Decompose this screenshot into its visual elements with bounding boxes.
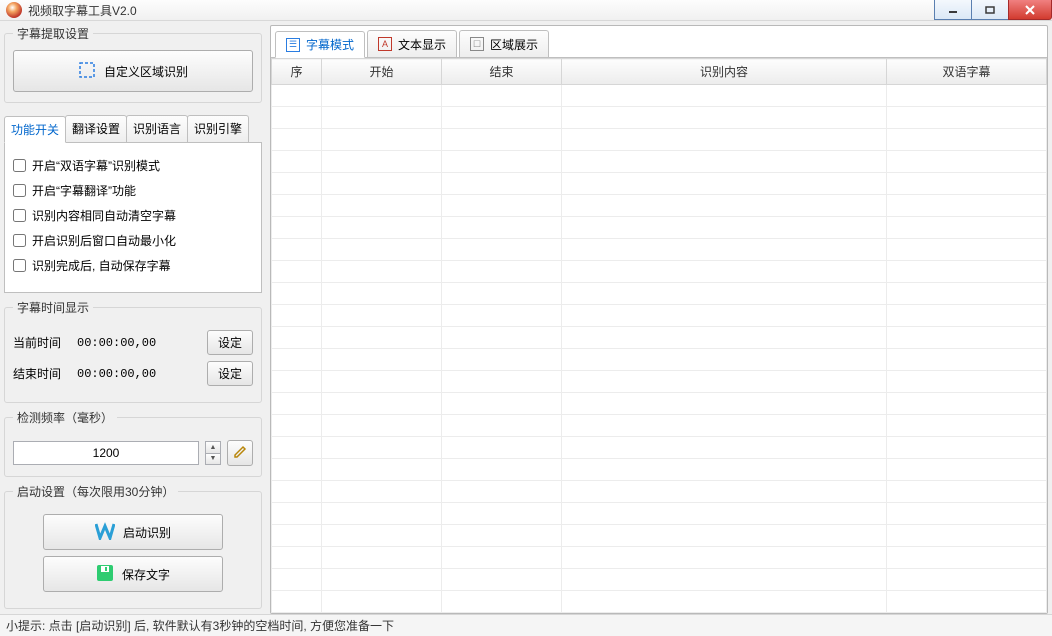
- tab-recog-engine[interactable]: 识别引擎: [187, 115, 249, 142]
- app-icon: [6, 2, 22, 18]
- col-end[interactable]: 结束: [442, 59, 562, 85]
- check-bilingual-mode[interactable]: 开启“双语字幕”识别模式: [13, 153, 253, 178]
- maximize-button[interactable]: [971, 0, 1009, 20]
- start-settings-group: 启动设置（每次限用30分钟） 启动识别 保存文字: [4, 483, 262, 609]
- window-controls: [934, 0, 1052, 20]
- edit-frequency-button[interactable]: [227, 440, 253, 466]
- w-icon: [95, 522, 115, 543]
- check-minimize[interactable]: 开启识别后窗口自动最小化: [13, 228, 253, 253]
- checkbox[interactable]: [13, 184, 26, 197]
- save-text-label: 保存文字: [122, 566, 170, 583]
- col-bilingual[interactable]: 双语字幕: [887, 59, 1047, 85]
- table-row[interactable]: [272, 481, 1047, 503]
- tab-recog-language[interactable]: 识别语言: [126, 115, 188, 142]
- table-row[interactable]: [272, 459, 1047, 481]
- extract-settings-legend: 字幕提取设置: [13, 25, 93, 42]
- check-translate[interactable]: 开启“字幕翻译”功能: [13, 178, 253, 203]
- letter-a-icon: A: [378, 37, 392, 51]
- crop-icon: [78, 61, 96, 82]
- col-sequence[interactable]: 序: [272, 59, 322, 85]
- time-display-legend: 字幕时间显示: [13, 299, 93, 316]
- table-row[interactable]: [272, 503, 1047, 525]
- table-row[interactable]: [272, 283, 1047, 305]
- table-row[interactable]: [272, 305, 1047, 327]
- table-row[interactable]: [272, 569, 1047, 591]
- settings-tabs: 功能开关 翻译设置 识别语言 识别引擎 开启“双语字幕”识别模式 开启“字幕翻译…: [4, 109, 262, 293]
- start-settings-legend: 启动设置（每次限用30分钟）: [13, 483, 178, 500]
- tab-function-switch[interactable]: 功能开关: [4, 116, 66, 143]
- frequency-input[interactable]: [13, 441, 199, 465]
- table-row[interactable]: [272, 327, 1047, 349]
- table-row[interactable]: [272, 437, 1047, 459]
- tab-region-display[interactable]: ☐ 区域展示: [459, 30, 549, 57]
- end-time-label: 结束时间: [13, 365, 69, 382]
- tab-subtitle-mode[interactable]: ☰ 字幕模式: [275, 31, 365, 58]
- current-time-value: 00:00:00,00: [77, 336, 199, 350]
- checkbox[interactable]: [13, 234, 26, 247]
- col-content[interactable]: 识别内容: [562, 59, 887, 85]
- check-autosave[interactable]: 识别完成后, 自动保存字幕: [13, 253, 253, 278]
- save-icon: [96, 564, 114, 585]
- start-recognition-label: 启动识别: [123, 524, 171, 541]
- table-row[interactable]: [272, 239, 1047, 261]
- window-title: 视频取字幕工具V2.0: [28, 2, 137, 19]
- table-row[interactable]: [272, 393, 1047, 415]
- tab-translate-settings[interactable]: 翻译设置: [65, 115, 127, 142]
- table-row[interactable]: [272, 173, 1047, 195]
- checkbox[interactable]: [13, 159, 26, 172]
- check-clear-duplicate[interactable]: 识别内容相同自动清空字幕: [13, 203, 253, 228]
- frequency-group: 检测频率（毫秒） ▲ ▼: [4, 409, 262, 477]
- box-icon: ☐: [470, 37, 484, 51]
- right-tabs: ☰ 字幕模式 A 文本显示 ☐ 区域展示: [271, 26, 1047, 58]
- tab-text-display[interactable]: A 文本显示: [367, 30, 457, 57]
- table-row[interactable]: [272, 151, 1047, 173]
- table-row[interactable]: [272, 129, 1047, 151]
- table-row[interactable]: [272, 547, 1047, 569]
- set-current-button[interactable]: 设定: [207, 330, 253, 355]
- close-button[interactable]: [1008, 0, 1052, 20]
- set-end-button[interactable]: 设定: [207, 361, 253, 386]
- frequency-spinner[interactable]: ▲ ▼: [205, 441, 221, 465]
- custom-region-label: 自定义区域识别: [104, 63, 188, 80]
- titlebar: 视频取字幕工具V2.0: [0, 0, 1052, 21]
- table-row[interactable]: [272, 591, 1047, 613]
- spinner-down-icon[interactable]: ▼: [206, 453, 220, 465]
- checkbox[interactable]: [13, 259, 26, 272]
- save-text-button[interactable]: 保存文字: [43, 556, 223, 592]
- status-bar: 小提示: 点击 [启动识别] 后, 软件默认有3秒钟的空档时间, 方便您准备一下: [0, 614, 1052, 636]
- table-row[interactable]: [272, 415, 1047, 437]
- col-start[interactable]: 开始: [322, 59, 442, 85]
- checkbox[interactable]: [13, 209, 26, 222]
- spinner-up-icon[interactable]: ▲: [206, 442, 220, 453]
- extract-settings-group: 字幕提取设置 自定义区域识别: [4, 25, 262, 103]
- time-display-group: 字幕时间显示 当前时间 00:00:00,00 设定 结束时间 00:00:00…: [4, 299, 262, 403]
- pencil-icon: [233, 445, 247, 462]
- table-row[interactable]: [272, 85, 1047, 107]
- table-row[interactable]: [272, 107, 1047, 129]
- list-icon: ☰: [286, 38, 300, 52]
- start-recognition-button[interactable]: 启动识别: [43, 514, 223, 550]
- custom-region-button[interactable]: 自定义区域识别: [13, 50, 253, 92]
- current-time-label: 当前时间: [13, 334, 69, 351]
- minimize-button[interactable]: [934, 0, 972, 20]
- subtitle-table[interactable]: 序 开始 结束 识别内容 双语字幕: [271, 58, 1047, 613]
- tab-body: 开启“双语字幕”识别模式 开启“字幕翻译”功能 识别内容相同自动清空字幕 开启识…: [4, 143, 262, 293]
- table-row[interactable]: [272, 371, 1047, 393]
- table-row[interactable]: [272, 349, 1047, 371]
- table-row[interactable]: [272, 261, 1047, 283]
- end-time-value: 00:00:00,00: [77, 367, 199, 381]
- table-row[interactable]: [272, 217, 1047, 239]
- table-row[interactable]: [272, 195, 1047, 217]
- table-row[interactable]: [272, 525, 1047, 547]
- frequency-legend: 检测频率（毫秒）: [13, 409, 117, 426]
